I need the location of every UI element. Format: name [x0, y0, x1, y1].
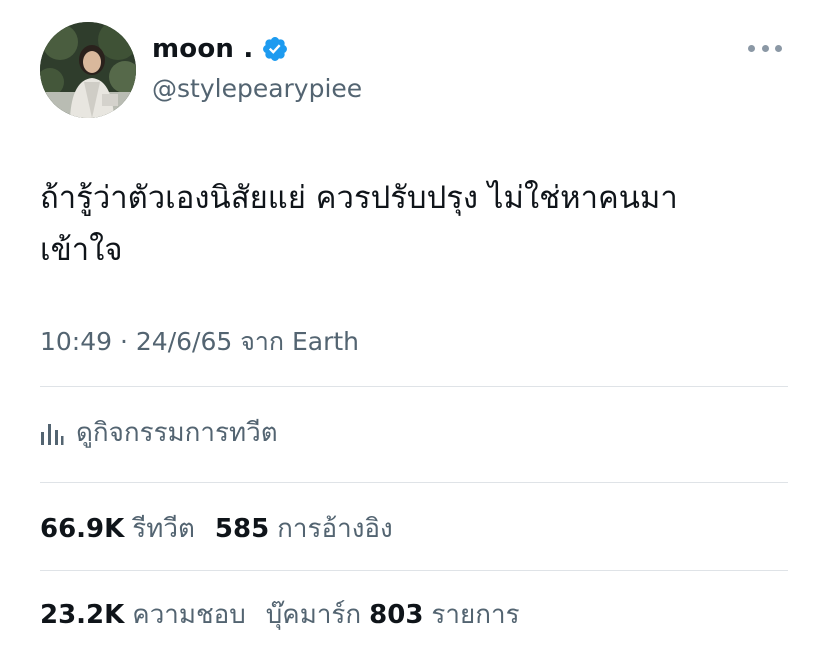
tweet-text-line: เข้าใจ: [40, 232, 123, 268]
view-tweet-activity-label: ดูกิจกรรมการทวีต: [76, 418, 278, 448]
tweet-timestamp[interactable]: 10:49 · 24/6/65 จาก Earth: [40, 322, 359, 362]
bookmarks-count: 803: [369, 600, 424, 630]
avatar[interactable]: [40, 22, 136, 118]
engagement-stats-row: 66.9K รีทวีต 585 การอ้างอิง: [40, 508, 413, 549]
divider: [40, 570, 788, 571]
quotes-count[interactable]: 585: [215, 514, 269, 544]
divider: [40, 386, 788, 387]
author-names: moon . @stylepearypiee: [152, 32, 362, 103]
view-tweet-activity-link[interactable]: ดูกิจกรรมการทวีต: [40, 412, 278, 453]
more-options-icon[interactable]: [748, 42, 782, 54]
likes-count[interactable]: 23.2K: [40, 600, 124, 630]
verified-badge-icon: [263, 37, 288, 61]
retweets-label[interactable]: รีทวีต: [132, 508, 195, 549]
quotes-label[interactable]: การอ้างอิง: [277, 508, 393, 549]
display-name[interactable]: moon .: [152, 34, 253, 64]
bookmarks-label: บุ๊คมาร์ก: [265, 600, 362, 630]
likes-label[interactable]: ความชอบ: [132, 594, 246, 635]
tweet-text-line: ถ้ารู้ว่าตัวเองนิสัยแย่ ควรปรับปรุง ไม่ใ…: [40, 180, 678, 216]
tweet-header: moon . @stylepearypiee: [40, 20, 790, 120]
engagement-stats-row: 23.2K ความชอบ บุ๊คมาร์ก 803 รายการ: [40, 594, 540, 635]
bookmarks-suffix: รายการ: [431, 600, 520, 630]
author-handle[interactable]: @stylepearypiee: [152, 74, 362, 103]
retweets-count[interactable]: 66.9K: [40, 514, 124, 544]
divider: [40, 482, 788, 483]
avatar-photo: [40, 22, 136, 118]
tweet-text: ถ้ารู้ว่าตัวเองนิสัยแย่ ควรปรับปรุง ไม่ใ…: [40, 172, 780, 276]
analytics-icon: [41, 423, 64, 445]
